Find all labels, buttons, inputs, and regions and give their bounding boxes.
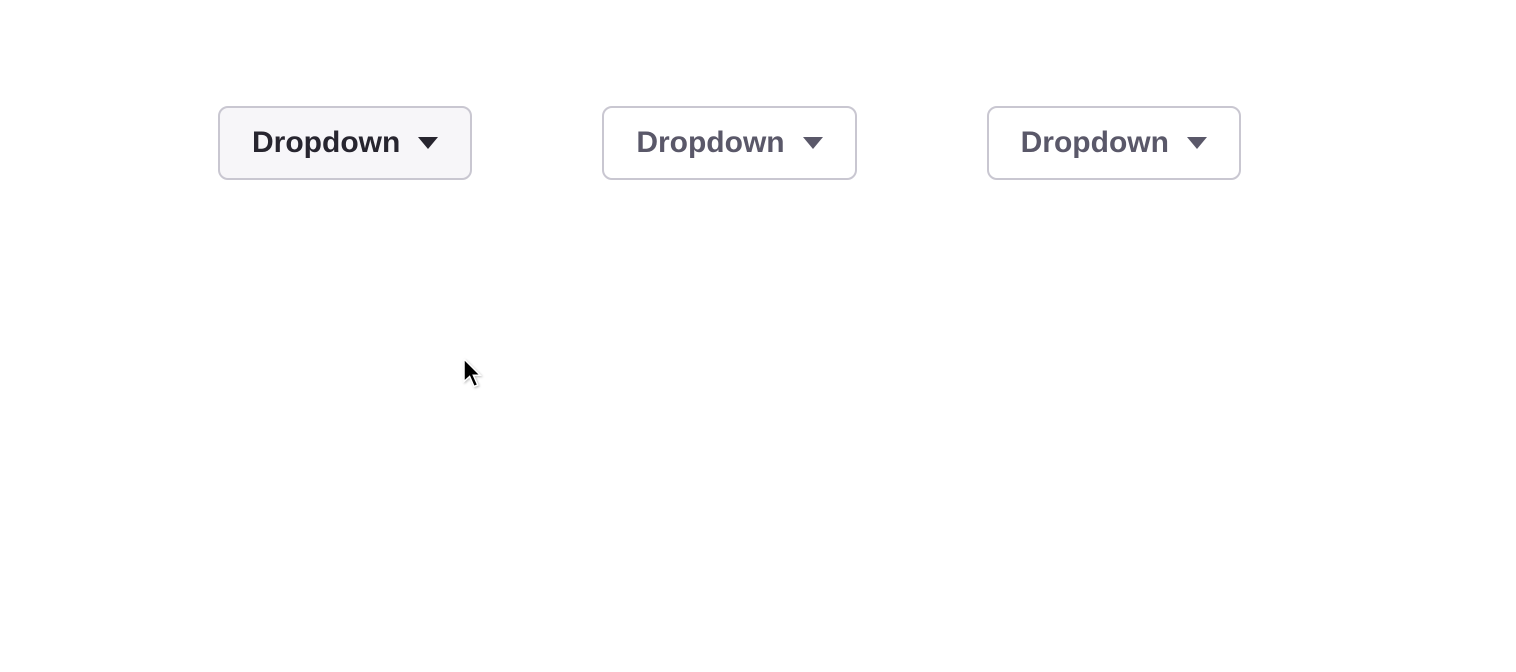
caret-down-icon [418,137,438,149]
dropdown-label: Dropdown [636,128,784,158]
dropdown-label: Dropdown [252,128,400,158]
cursor-icon [463,359,485,389]
dropdown-button-1[interactable]: Dropdown [218,106,472,180]
caret-down-icon [1187,137,1207,149]
dropdowns-row: Dropdown Dropdown Dropdown [218,106,1241,180]
dropdown-label: Dropdown [1021,128,1169,158]
caret-down-icon [803,137,823,149]
dropdown-button-3[interactable]: Dropdown [987,106,1241,180]
dropdown-button-2[interactable]: Dropdown [602,106,856,180]
